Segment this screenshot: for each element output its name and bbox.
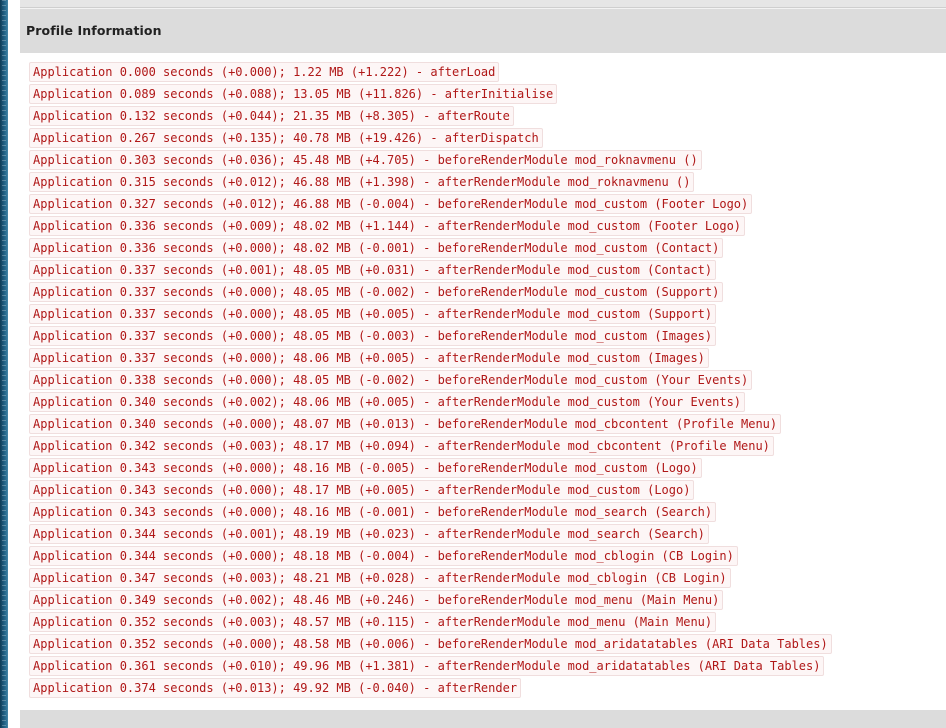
log-entry: Application 0.336 seconds (+0.000); 48.0… [29, 238, 832, 260]
log-entry: Application 0.315 seconds (+0.012); 46.8… [29, 172, 832, 194]
log-entry: Application 0.336 seconds (+0.009); 48.0… [29, 216, 832, 238]
log-entry: Application 0.337 seconds (+0.000); 48.0… [29, 348, 832, 370]
log-entry: Application 0.337 seconds (+0.000); 48.0… [29, 304, 832, 326]
log-entry-text: Application 0.132 seconds (+0.044); 21.3… [29, 106, 514, 126]
log-entry: Application 0.338 seconds (+0.000); 48.0… [29, 370, 832, 392]
log-entry-text: Application 0.342 seconds (+0.003); 48.1… [29, 436, 774, 456]
log-entry-text: Application 0.089 seconds (+0.088); 13.0… [29, 84, 558, 104]
log-entry-text: Application 0.347 seconds (+0.003); 48.2… [29, 568, 731, 588]
log-entry: Application 0.352 seconds (+0.003); 48.5… [29, 612, 832, 634]
log-entry: Application 0.327 seconds (+0.012); 46.8… [29, 194, 832, 216]
log-entry: Application 0.361 seconds (+0.010); 49.9… [29, 656, 832, 678]
log-entry: Application 0.343 seconds (+0.000); 48.1… [29, 458, 832, 480]
log-entry: Application 0.343 seconds (+0.000); 48.1… [29, 502, 832, 524]
log-entry-text: Application 0.267 seconds (+0.135); 40.7… [29, 128, 543, 148]
log-entry-text: Application 0.340 seconds (+0.000); 48.0… [29, 414, 782, 434]
log-entry: Application 0.344 seconds (+0.001); 48.1… [29, 524, 832, 546]
log-entry-text: Application 0.336 seconds (+0.000); 48.0… [29, 238, 724, 258]
log-entry-text: Application 0.344 seconds (+0.000); 48.1… [29, 546, 738, 566]
log-entry-text: Application 0.361 seconds (+0.010); 49.9… [29, 656, 825, 676]
log-entry-text: Application 0.343 seconds (+0.000); 48.1… [29, 458, 702, 478]
log-entry-text: Application 0.336 seconds (+0.009); 48.0… [29, 216, 746, 236]
log-entry: Application 0.303 seconds (+0.036); 45.4… [29, 150, 832, 172]
log-entry: Application 0.352 seconds (+0.000); 48.5… [29, 634, 832, 656]
profile-log-list: Application 0.000 seconds (+0.000); 1.22… [29, 62, 832, 700]
log-entry-text: Application 0.337 seconds (+0.000); 48.0… [29, 348, 709, 368]
log-entry: Application 0.374 seconds (+0.013); 49.9… [29, 678, 832, 700]
left-edge-border [0, 0, 8, 728]
log-entry: Application 0.132 seconds (+0.044); 21.3… [29, 106, 832, 128]
left-edge-pattern [2, 0, 6, 728]
top-divider [20, 0, 946, 8]
debug-page: Profile Information Application 0.000 se… [0, 0, 946, 728]
log-entry-text: Application 0.338 seconds (+0.000); 48.0… [29, 370, 753, 390]
profile-panel-header[interactable]: Profile Information [20, 8, 946, 53]
log-entry: Application 0.347 seconds (+0.003); 48.2… [29, 568, 832, 590]
log-entry: Application 0.349 seconds (+0.002); 48.4… [29, 590, 832, 612]
log-entry: Application 0.337 seconds (+0.001); 48.0… [29, 260, 832, 282]
log-entry: Application 0.340 seconds (+0.002); 48.0… [29, 392, 832, 414]
log-entry: Application 0.000 seconds (+0.000); 1.22… [29, 62, 832, 84]
log-entry: Application 0.343 seconds (+0.000); 48.1… [29, 480, 832, 502]
log-entry-text: Application 0.315 seconds (+0.012); 46.8… [29, 172, 695, 192]
log-entry: Application 0.089 seconds (+0.088); 13.0… [29, 84, 832, 106]
next-panel-header[interactable] [20, 710, 946, 728]
log-entry: Application 0.337 seconds (+0.000); 48.0… [29, 326, 832, 348]
log-entry-text: Application 0.327 seconds (+0.012); 46.8… [29, 194, 753, 214]
log-entry-text: Application 0.337 seconds (+0.000); 48.0… [29, 304, 717, 324]
log-entry: Application 0.337 seconds (+0.000); 48.0… [29, 282, 832, 304]
log-entry-text: Application 0.352 seconds (+0.003); 48.5… [29, 612, 717, 632]
log-entry-text: Application 0.349 seconds (+0.002); 48.4… [29, 590, 724, 610]
log-entry-text: Application 0.337 seconds (+0.001); 48.0… [29, 260, 717, 280]
log-entry-text: Application 0.344 seconds (+0.001); 48.1… [29, 524, 709, 544]
log-entry-text: Application 0.343 seconds (+0.000); 48.1… [29, 480, 695, 500]
log-entry-text: Application 0.352 seconds (+0.000); 48.5… [29, 634, 832, 654]
log-entry-text: Application 0.340 seconds (+0.002); 48.0… [29, 392, 746, 412]
log-entry: Application 0.267 seconds (+0.135); 40.7… [29, 128, 832, 150]
log-entry-text: Application 0.337 seconds (+0.000); 48.0… [29, 326, 717, 346]
log-entry-text: Application 0.374 seconds (+0.013); 49.9… [29, 678, 522, 698]
log-entry-text: Application 0.303 seconds (+0.036); 45.4… [29, 150, 702, 170]
log-entry-text: Application 0.337 seconds (+0.000); 48.0… [29, 282, 724, 302]
panel-title: Profile Information [26, 23, 162, 38]
log-entry: Application 0.340 seconds (+0.000); 48.0… [29, 414, 832, 436]
log-entry: Application 0.344 seconds (+0.000); 48.1… [29, 546, 832, 568]
log-entry-text: Application 0.000 seconds (+0.000); 1.22… [29, 62, 500, 82]
log-entry-text: Application 0.343 seconds (+0.000); 48.1… [29, 502, 717, 522]
log-entry: Application 0.342 seconds (+0.003); 48.1… [29, 436, 832, 458]
